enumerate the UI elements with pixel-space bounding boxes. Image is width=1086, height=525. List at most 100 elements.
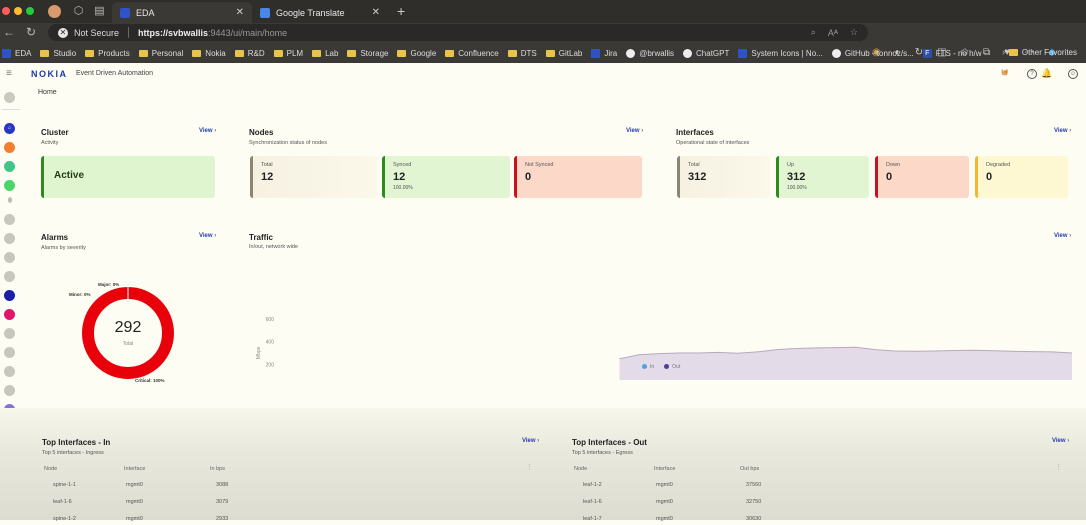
- bookmark-item[interactable]: Studio: [40, 49, 76, 58]
- tab-eda[interactable]: EDA ✕: [112, 2, 252, 23]
- alarms-view-link[interactable]: View: [199, 233, 216, 239]
- table-cell: mgmt0: [126, 482, 143, 488]
- minimize-window-button[interactable]: [14, 7, 22, 15]
- legend-item-out[interactable]: Out: [664, 364, 680, 370]
- legend-item-in[interactable]: In: [642, 364, 654, 370]
- bookmark-label: GitLab: [559, 49, 583, 58]
- sidebar-item-icon[interactable]: [4, 142, 15, 153]
- help-icon[interactable]: ?: [1027, 69, 1037, 79]
- sidebar-item-icon[interactable]: [4, 233, 15, 244]
- security-label[interactable]: Not Secure: [74, 28, 119, 38]
- bookmark-label: GitHub - tonnoz/s...: [845, 49, 914, 58]
- table-cell: mgmt0: [126, 499, 143, 505]
- workspaces-icon[interactable]: ⬡: [72, 5, 85, 18]
- column-header[interactable]: Interface: [124, 466, 145, 472]
- sidebar-item-icon[interactable]: [4, 161, 15, 172]
- sidebar-home-icon[interactable]: ⌂: [4, 123, 15, 134]
- bookmark-item[interactable]: GitHub - tonnoz/s...: [832, 49, 914, 58]
- address-bar[interactable]: ✕ Not Secure https://svbwallis:9443/ui/m…: [48, 24, 868, 41]
- profile-avatar-icon[interactable]: [48, 5, 61, 18]
- bookmark-label: System Icons | No...: [751, 49, 822, 58]
- column-header[interactable]: Node: [574, 466, 587, 472]
- sidebar-item-icon[interactable]: [4, 309, 15, 320]
- bookmark-item[interactable]: R&D: [235, 49, 265, 58]
- nokia-icon: [738, 49, 747, 58]
- bookmark-item[interactable]: GitLab: [546, 49, 583, 58]
- bookmark-item[interactable]: ChatGPT: [683, 49, 729, 58]
- basket-icon[interactable]: 🧺: [1000, 69, 1010, 79]
- url-text[interactable]: https://svbwallis:9443/ui/main/home: [138, 28, 287, 38]
- close-tab-icon[interactable]: ✕: [236, 7, 244, 18]
- top-out-view-link[interactable]: View: [1052, 438, 1069, 444]
- sidebar-item-icon[interactable]: [4, 347, 15, 358]
- nodes-not-synced-tile[interactable]: Not Synced 0: [514, 156, 642, 198]
- bookmarks-overflow-icon[interactable]: ›: [1002, 47, 1005, 57]
- bookmark-item[interactable]: Nokia: [192, 49, 225, 58]
- bookmark-item[interactable]: System Icons | No...: [738, 49, 822, 58]
- bookmark-item[interactable]: Confluence: [445, 49, 498, 58]
- read-aloud-icon[interactable]: Aᴬ: [828, 28, 838, 38]
- column-header[interactable]: Node: [44, 466, 57, 472]
- legend-label: In: [650, 364, 654, 370]
- sidebar-item-icon[interactable]: [4, 214, 15, 225]
- traffic-view-link[interactable]: View: [1054, 233, 1071, 239]
- jira-icon: [591, 49, 600, 58]
- nodes-view-link[interactable]: View: [626, 128, 643, 134]
- bookmark-item[interactable]: Products: [85, 49, 130, 58]
- bookmark-item[interactable]: Google: [397, 49, 436, 58]
- bell-icon[interactable]: 🔔: [1041, 69, 1051, 79]
- sidebar-item-icon[interactable]: [4, 180, 15, 191]
- bookmark-item[interactable]: DTS: [508, 49, 537, 58]
- sidebar-item-icon[interactable]: [4, 290, 15, 301]
- sidebar-item-icon[interactable]: [4, 271, 15, 282]
- new-tab-button[interactable]: +: [397, 3, 405, 19]
- column-header[interactable]: In bps: [210, 466, 225, 472]
- top-in-column-menu-icon[interactable]: ⋮: [526, 463, 533, 471]
- sidebar-item-icon[interactable]: [4, 252, 15, 263]
- nodes-synced-tile[interactable]: Synced 12 100.00%: [382, 156, 510, 198]
- divider: [2, 109, 20, 110]
- favorite-star-icon[interactable]: ☆: [850, 27, 858, 38]
- bookmark-item[interactable]: Personal: [139, 49, 184, 58]
- cluster-view-link[interactable]: View: [199, 128, 216, 134]
- column-header[interactable]: Interface: [654, 466, 675, 472]
- interfaces-degraded-tile[interactable]: Degraded 0: [975, 156, 1068, 198]
- column-header[interactable]: Out bps: [740, 466, 759, 472]
- maximize-window-button[interactable]: [26, 7, 34, 15]
- interfaces-view-link[interactable]: View: [1054, 128, 1071, 134]
- sidebar-item-icon[interactable]: [4, 385, 15, 396]
- interfaces-down-tile[interactable]: Down 0: [875, 156, 969, 198]
- table-cell: 30630: [746, 516, 761, 522]
- interfaces-up-tile[interactable]: Up 312 100.00%: [776, 156, 869, 198]
- bookmark-item[interactable]: @brwallis: [626, 49, 674, 58]
- tab-google-translate[interactable]: Google Translate ✕: [252, 2, 388, 23]
- sidebar-item-icon[interactable]: [4, 366, 15, 377]
- close-window-button[interactable]: [2, 7, 10, 15]
- bookmark-item[interactable]: Jira: [591, 49, 617, 58]
- top-out-column-menu-icon[interactable]: ⋮: [1055, 463, 1062, 471]
- bookmark-other-favorites[interactable]: Other Favorites: [1009, 48, 1077, 57]
- user-account-icon[interactable]: ☺: [1068, 69, 1078, 79]
- bookmark-item[interactable]: FFTS - no h/w: [923, 49, 982, 58]
- close-tab-icon[interactable]: ✕: [372, 7, 380, 18]
- bookmark-item[interactable]: Storage: [347, 49, 388, 58]
- hamburger-menu-icon[interactable]: ≡: [6, 68, 12, 79]
- nodes-total-tile[interactable]: Total 12: [250, 156, 377, 198]
- bookmark-label: FTS - no h/w: [936, 49, 982, 58]
- sidebar-user-icon[interactable]: [4, 92, 15, 103]
- tile-label: Up: [787, 162, 794, 168]
- reload-icon[interactable]: ↻: [26, 25, 36, 39]
- back-icon[interactable]: ←: [3, 25, 15, 39]
- bookmark-item[interactable]: PLM: [274, 49, 303, 58]
- sidebar-item-icon[interactable]: [4, 328, 15, 339]
- sidebar-collapse-icon[interactable]: [8, 197, 12, 203]
- top-in-view-link[interactable]: View: [522, 438, 539, 444]
- breadcrumb-home[interactable]: Home: [38, 89, 57, 96]
- bookmark-item[interactable]: Lab: [312, 49, 338, 58]
- cluster-title: Cluster: [41, 128, 69, 137]
- bookmark-item[interactable]: EDA: [2, 49, 31, 58]
- interfaces-total-tile[interactable]: Total 312: [677, 156, 770, 198]
- tab-actions-icon[interactable]: ▤: [93, 5, 106, 18]
- tile-label: Not Synced: [525, 162, 553, 168]
- zoom-icon[interactable]: ⌕: [811, 27, 816, 38]
